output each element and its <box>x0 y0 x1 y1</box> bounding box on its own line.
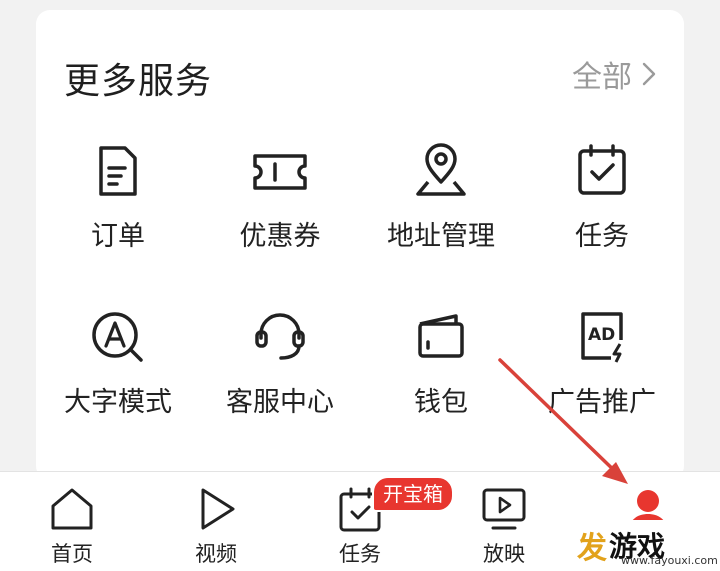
service-label: 任务 <box>575 221 629 252</box>
play-icon <box>201 488 235 530</box>
wallet-icon <box>418 314 464 358</box>
service-label: 客服中心 <box>226 387 334 418</box>
home-icon <box>51 488 93 530</box>
service-label: 地址管理 <box>387 221 495 252</box>
chevron-right-icon <box>642 62 656 86</box>
view-all-link[interactable]: 全部 <box>572 52 658 96</box>
document-icon <box>99 146 137 196</box>
tab-label: 视频 <box>195 542 237 566</box>
service-task[interactable]: 任务 <box>522 142 682 253</box>
service-order[interactable]: 订单 <box>38 142 198 253</box>
tab-label: 首页 <box>51 542 93 566</box>
service-address[interactable]: 地址管理 <box>361 142 521 253</box>
svg-text:AD: AD <box>588 325 615 345</box>
service-large-text[interactable]: 大字模式 <box>38 308 198 419</box>
watermark-url: www.fayouxi.com <box>621 554 718 567</box>
service-coupon[interactable]: 优惠券 <box>200 142 360 253</box>
service-label: 优惠券 <box>239 221 321 252</box>
tab-video[interactable]: 视频 <box>161 472 271 571</box>
tab-label: 任务 <box>339 542 381 566</box>
treasure-box-badge[interactable]: 开宝箱 <box>372 476 454 512</box>
service-label: 订单 <box>91 221 145 252</box>
ticket-icon <box>253 154 307 190</box>
watermark: 发 游戏 www.fayouxi.com <box>533 520 720 570</box>
large-text-icon <box>92 312 143 362</box>
location-pin-icon <box>416 143 466 196</box>
task-calendar-icon <box>578 144 626 195</box>
tab-home[interactable]: 首页 <box>17 472 127 571</box>
service-customer-center[interactable]: 客服中心 <box>200 308 360 419</box>
view-all-label: 全部 <box>572 60 632 95</box>
headset-icon <box>255 313 305 360</box>
watermark-logo: 发 <box>577 531 607 566</box>
annotation-arrow-icon <box>498 358 628 484</box>
section-title: 更多服务 <box>64 61 213 102</box>
service-label: 大字模式 <box>64 387 172 418</box>
